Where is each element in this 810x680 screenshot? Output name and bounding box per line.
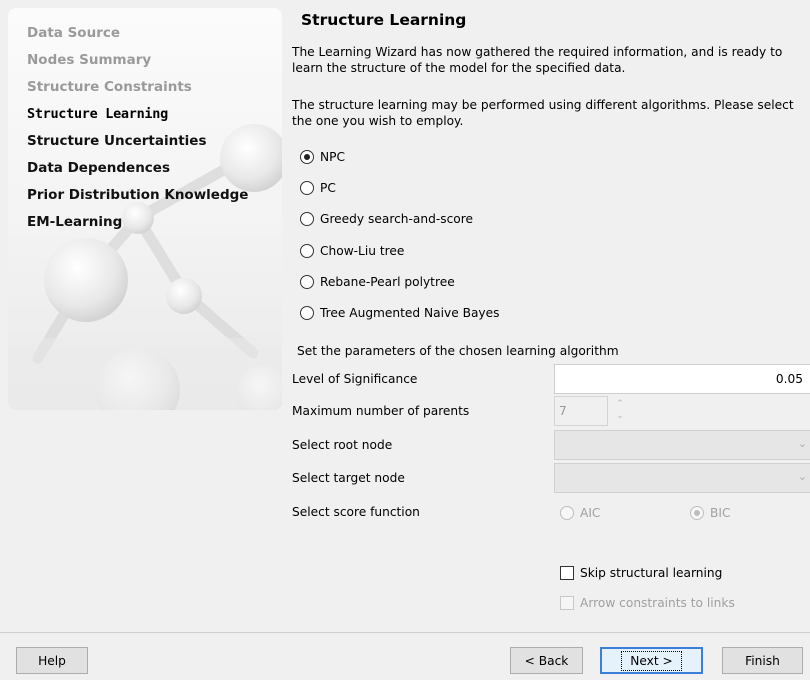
target-node-select[interactable]: ⌄	[554, 463, 810, 493]
radio-rebane-pearl[interactable]	[300, 274, 314, 289]
spin-up-icon[interactable]: ⌃	[614, 398, 626, 410]
step-structure-constraints: Structure Constraints	[27, 79, 192, 95]
page-title: Structure Learning	[301, 11, 467, 29]
algorithm-radio-group: NPC PC Greedy search-and-score Chow-Liu …	[300, 141, 500, 329]
algorithm-label: Chow-Liu tree	[320, 243, 405, 258]
algorithm-label: Tree Augmented Naive Bayes	[320, 306, 500, 321]
footer-divider	[0, 632, 810, 633]
help-button[interactable]: Help	[16, 647, 88, 674]
algorithm-label: Rebane-Pearl polytree	[320, 274, 455, 289]
step-em-learning: EM-Learning	[27, 214, 123, 230]
algorithm-label: NPC	[320, 149, 345, 164]
score-option-aic[interactable]: AIC	[560, 506, 600, 520]
step-data-source: Data Source	[27, 25, 121, 41]
score-label: AIC	[580, 506, 601, 520]
back-button[interactable]: < Back	[510, 647, 583, 674]
max-parents-spinner[interactable]: ⌃ ⌄	[614, 398, 626, 424]
step-nodes-summary: Nodes Summary	[27, 52, 152, 68]
step-data-dependences: Data Dependences	[27, 160, 170, 176]
spin-down-icon[interactable]: ⌄	[614, 410, 626, 422]
arrow-constraints-label: Arrow constraints to links	[580, 596, 735, 610]
root-node-label: Select root node	[292, 438, 393, 452]
algorithm-option-tan[interactable]: Tree Augmented Naive Bayes	[300, 297, 500, 328]
radio-greedy[interactable]	[300, 212, 314, 227]
algorithm-option-greedy[interactable]: Greedy search-and-score	[300, 204, 500, 235]
intro-text: The Learning Wizard has now gathered the…	[292, 45, 783, 75]
step-structure-learning: Structure Learning	[8, 101, 282, 128]
arrow-constraints-option[interactable]: Arrow constraints to links	[560, 596, 735, 610]
next-button-label: Next >	[621, 650, 682, 671]
finish-button[interactable]: Finish	[722, 647, 803, 674]
next-button[interactable]: Next >	[600, 647, 703, 674]
skip-structural-checkbox[interactable]	[560, 566, 574, 580]
step-prior-distribution-knowledge: Prior Distribution Knowledge	[27, 187, 249, 203]
wizard-steps-panel: Data Source Nodes Summary Structure Cons…	[8, 8, 282, 410]
algorithm-label: PC	[320, 180, 336, 195]
radio-bic[interactable]	[690, 506, 704, 520]
significance-label: Level of Significance	[292, 372, 418, 386]
algorithm-option-npc[interactable]: NPC	[300, 141, 500, 172]
chevron-down-icon: ⌄	[797, 470, 807, 483]
root-node-select[interactable]: ⌄	[554, 430, 810, 460]
step-structure-uncertainties: Structure Uncertainties	[27, 133, 207, 149]
radio-npc[interactable]	[300, 149, 314, 164]
radio-chow-liu[interactable]	[300, 243, 314, 258]
params-heading: Set the parameters of the chosen learnin…	[297, 344, 619, 358]
algorithm-prompt: The structure learning may be performed …	[292, 98, 794, 128]
algorithm-option-pc[interactable]: PC	[300, 172, 500, 203]
chevron-down-icon: ⌄	[797, 437, 807, 450]
algorithm-option-chow-liu[interactable]: Chow-Liu tree	[300, 235, 500, 266]
algorithm-label: Greedy search-and-score	[320, 212, 473, 227]
radio-pc[interactable]	[300, 180, 314, 195]
algorithm-option-rebane-pearl[interactable]: Rebane-Pearl polytree	[300, 266, 500, 297]
radio-tan[interactable]	[300, 306, 314, 321]
score-function-label: Select score function	[292, 505, 420, 519]
skip-structural-learning-option[interactable]: Skip structural learning	[560, 566, 722, 580]
max-parents-input[interactable]: 7	[554, 396, 608, 426]
arrow-constraints-checkbox[interactable]	[560, 596, 574, 610]
score-option-bic[interactable]: BIC	[690, 506, 730, 520]
current-step-label: Structure Learning	[27, 106, 168, 122]
max-parents-label: Maximum number of parents	[292, 404, 470, 418]
radio-aic[interactable]	[560, 506, 574, 520]
skip-structural-label: Skip structural learning	[580, 566, 723, 580]
score-label: BIC	[710, 506, 731, 520]
target-node-label: Select target node	[292, 471, 405, 485]
significance-input[interactable]: 0.05	[554, 364, 810, 394]
